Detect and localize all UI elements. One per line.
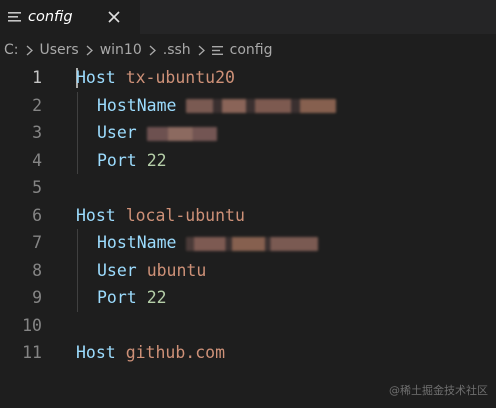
code-editor[interactable]: 1 Host tx-ubuntu20 2 HostName 3 User 4 P… [0, 64, 496, 394]
code-text: User [97, 123, 217, 142]
config-keyword: Host [76, 343, 116, 363]
breadcrumb-item-ssh[interactable]: .ssh [163, 42, 191, 58]
code-line[interactable]: 8 User ubuntu [0, 257, 496, 285]
line-number: 9 [32, 288, 42, 308]
line-number: 4 [32, 150, 42, 170]
code-text: HostName [97, 233, 319, 253]
line-number: 3 [32, 123, 42, 143]
chevron-right-icon [86, 45, 93, 56]
config-value: tx-ubuntu20 [125, 68, 235, 88]
config-value: 22 [146, 288, 167, 308]
config-value: local-ubuntu [125, 205, 245, 225]
line-number: 10 [22, 315, 42, 335]
breadcrumb-item-users[interactable]: Users [40, 42, 79, 58]
chevron-right-icon [149, 45, 156, 56]
config-keyword: Port [97, 150, 137, 170]
line-number: 6 [32, 205, 42, 225]
breadcrumb-item-config[interactable]: config [230, 42, 273, 58]
close-icon[interactable] [104, 7, 124, 27]
code-text: Host tx-ubuntu20 [76, 68, 235, 87]
code-line[interactable]: 6 Host local-ubuntu [0, 202, 496, 230]
code-line[interactable]: 9 Port 22 [0, 284, 496, 312]
redacted-value [146, 126, 217, 141]
redacted-value [186, 236, 319, 251]
breadcrumb: C: Users win10 .ssh config [0, 38, 496, 62]
tab-label: config [28, 9, 73, 25]
code-line[interactable]: 5 [0, 174, 496, 202]
code-text: Port 22 [97, 288, 167, 307]
config-value: github.com [125, 343, 226, 363]
code-line[interactable]: 10 [0, 312, 496, 340]
config-keyword: HostName [97, 95, 177, 115]
code-text: Host github.com [76, 343, 225, 362]
menu-lines-icon [8, 10, 22, 24]
config-keyword: Host [76, 68, 116, 88]
breadcrumb-item-drive[interactable]: C: [4, 42, 19, 58]
line-number: 7 [32, 233, 42, 253]
code-line[interactable]: 3 User [0, 119, 496, 147]
tab-bar: config [0, 0, 496, 34]
line-number: 2 [32, 95, 42, 115]
menu-lines-icon [211, 45, 224, 56]
code-line[interactable]: 4 Port 22 [0, 147, 496, 175]
chevron-right-icon [198, 45, 205, 56]
config-keyword: Host [76, 205, 116, 225]
code-text: Host local-ubuntu [76, 206, 245, 225]
config-keyword: User [97, 260, 137, 280]
watermark: @稀土掘金技术社区 [389, 384, 488, 397]
line-number: 5 [32, 178, 42, 198]
tab-config[interactable]: config [0, 0, 140, 34]
config-value: ubuntu [146, 260, 207, 280]
chevron-right-icon [26, 45, 33, 56]
config-keyword: HostName [97, 233, 177, 253]
config-value: 22 [146, 150, 167, 170]
config-keyword: User [97, 123, 137, 143]
config-keyword: Port [97, 288, 137, 308]
code-text: HostName [97, 95, 337, 115]
line-number: 8 [32, 260, 42, 280]
code-line[interactable]: 7 HostName [0, 229, 496, 257]
line-number: 1 [32, 68, 42, 88]
line-number: 11 [22, 343, 42, 363]
breadcrumb-item-win10[interactable]: win10 [100, 42, 142, 58]
code-text: Port 22 [97, 151, 167, 170]
redacted-value [186, 99, 337, 114]
code-line[interactable]: 2 HostName [0, 92, 496, 120]
code-text: User ubuntu [97, 261, 206, 280]
code-line[interactable]: 11 Host github.com [0, 339, 496, 367]
code-line[interactable]: 1 Host tx-ubuntu20 [0, 64, 496, 92]
